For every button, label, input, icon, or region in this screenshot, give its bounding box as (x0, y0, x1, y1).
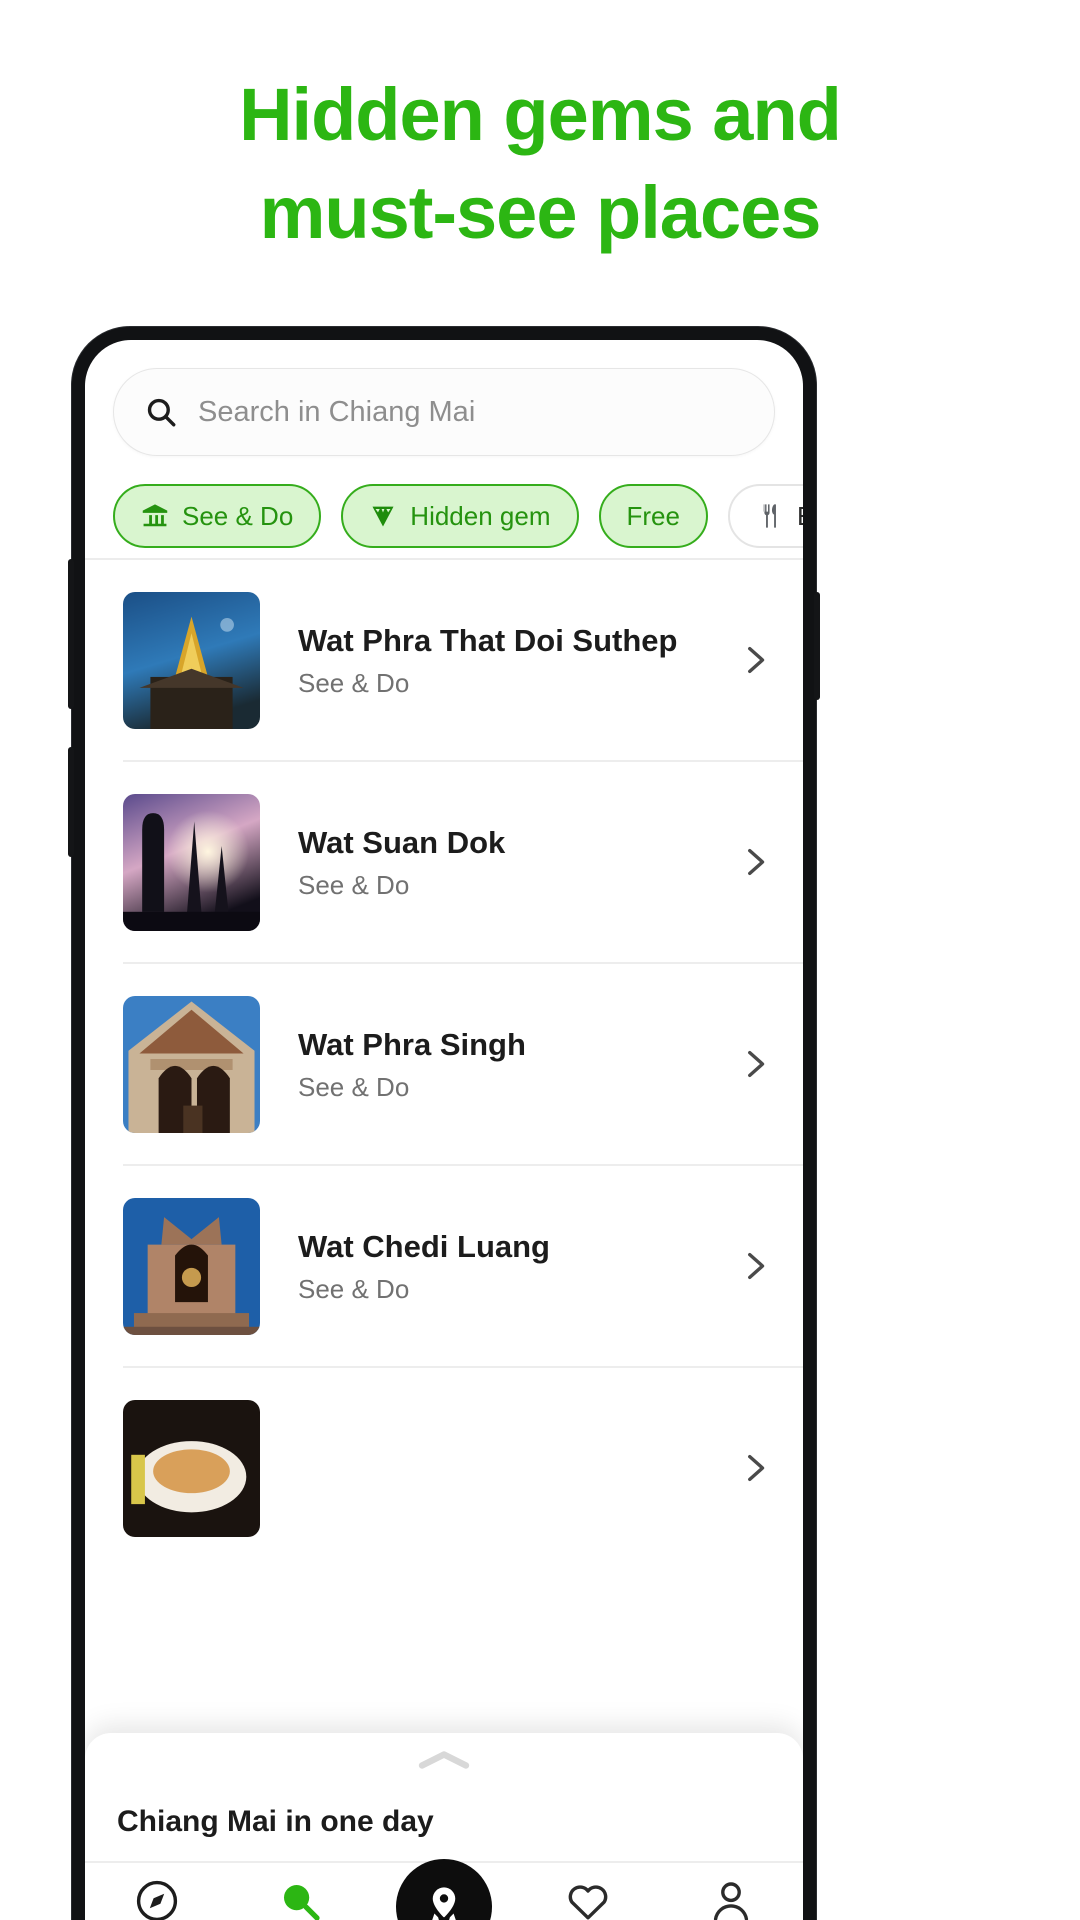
place-title: Wat Chedi Luang (298, 1228, 550, 1264)
phone-frame: Search in Chiang Mai See & Do Hidden gem… (68, 327, 820, 1920)
list-item[interactable]: Wat Phra That Doi Suthep See & Do (85, 560, 803, 760)
chip-label: Free (626, 500, 680, 531)
filter-chips-row[interactable]: See & Do Hidden gem Free (85, 474, 803, 558)
phone-screen: Search in Chiang Mai See & Do Hidden gem… (85, 340, 803, 1920)
search-icon (144, 395, 178, 429)
compass-icon (133, 1877, 181, 1920)
chip-free[interactable]: Free (598, 484, 708, 548)
search-input[interactable]: Search in Chiang Mai (113, 368, 775, 456)
place-title: Wat Phra Singh (298, 1026, 526, 1062)
bottom-sheet-title: Chiang Mai in one day (117, 1805, 434, 1838)
volume-down-button[interactable] (68, 747, 74, 857)
nav-item-profile[interactable] (671, 1877, 791, 1920)
place-category: See & Do (298, 667, 410, 698)
map-fab[interactable] (395, 1859, 492, 1920)
place-thumbnail (123, 591, 260, 729)
list-item[interactable]: Wat Phra Singh See & Do (85, 964, 803, 1164)
chip-hidden-gem[interactable]: Hidden gem (341, 484, 579, 548)
volume-up-button[interactable] (68, 559, 74, 709)
place-text: Wat Suan Dok See & Do (260, 823, 737, 902)
chip-label: Hidden gem (410, 500, 551, 531)
place-text: Wat Phra Singh See & Do (260, 1025, 737, 1104)
chevron-right-icon[interactable] (737, 643, 771, 677)
chip-label: See & Do (182, 500, 294, 531)
person-icon (707, 1877, 755, 1920)
nav-item-map[interactable] (384, 1859, 504, 1920)
list-item[interactable]: Wat Suan Dok See & Do (85, 762, 803, 962)
nav-item-explore[interactable] (97, 1877, 217, 1920)
place-thumbnail (123, 1399, 260, 1537)
chip-label: Eat (797, 501, 803, 532)
place-title: Wat Suan Dok (298, 824, 506, 860)
chevron-right-icon[interactable] (737, 845, 771, 879)
list-item[interactable]: Wat Chedi Luang See & Do (85, 1166, 803, 1366)
place-category: See & Do (298, 1273, 410, 1304)
place-thumbnail (123, 995, 260, 1133)
chip-see-and-do[interactable]: See & Do (113, 484, 322, 548)
place-text: Wat Phra That Doi Suthep See & Do (260, 621, 737, 700)
chevron-right-icon[interactable] (737, 1451, 771, 1485)
heart-icon (564, 1877, 612, 1920)
cutlery-icon (756, 502, 784, 530)
search-icon (276, 1877, 324, 1920)
chevron-right-icon[interactable] (737, 1047, 771, 1081)
place-category: See & Do (298, 1071, 410, 1102)
bottom-navigation[interactable] (85, 1859, 803, 1920)
place-thumbnail (123, 1197, 260, 1335)
chip-eat[interactable]: Eat (727, 484, 803, 548)
nav-item-saved[interactable] (528, 1877, 648, 1920)
chevron-right-icon[interactable] (737, 1249, 771, 1283)
place-title: Wat Phra That Doi Suthep (298, 622, 678, 658)
page-title: Hidden gems and must-see places (0, 66, 1080, 262)
place-list: Wat Phra That Doi Suthep See & Do Wat Su… (85, 560, 803, 1568)
place-text (260, 1466, 737, 1471)
map-pin-icon (419, 1882, 469, 1920)
diamond-icon (369, 502, 397, 530)
power-button[interactable] (814, 592, 820, 700)
headline-line-1: Hidden gems and (239, 73, 842, 156)
place-text: Wat Chedi Luang See & Do (260, 1227, 737, 1306)
place-thumbnail (123, 793, 260, 931)
chevron-up-icon[interactable] (415, 1749, 473, 1771)
list-item[interactable] (85, 1368, 803, 1568)
search-placeholder: Search in Chiang Mai (198, 395, 476, 428)
promo-screenshot: Hidden gems and must-see places Search i… (0, 0, 1080, 1920)
headline-line-2: must-see places (259, 171, 822, 254)
museum-icon (141, 502, 169, 530)
place-category: See & Do (298, 869, 410, 900)
nav-item-search[interactable] (240, 1877, 360, 1920)
bottom-sheet[interactable]: Chiang Mai in one day (85, 1733, 803, 1861)
